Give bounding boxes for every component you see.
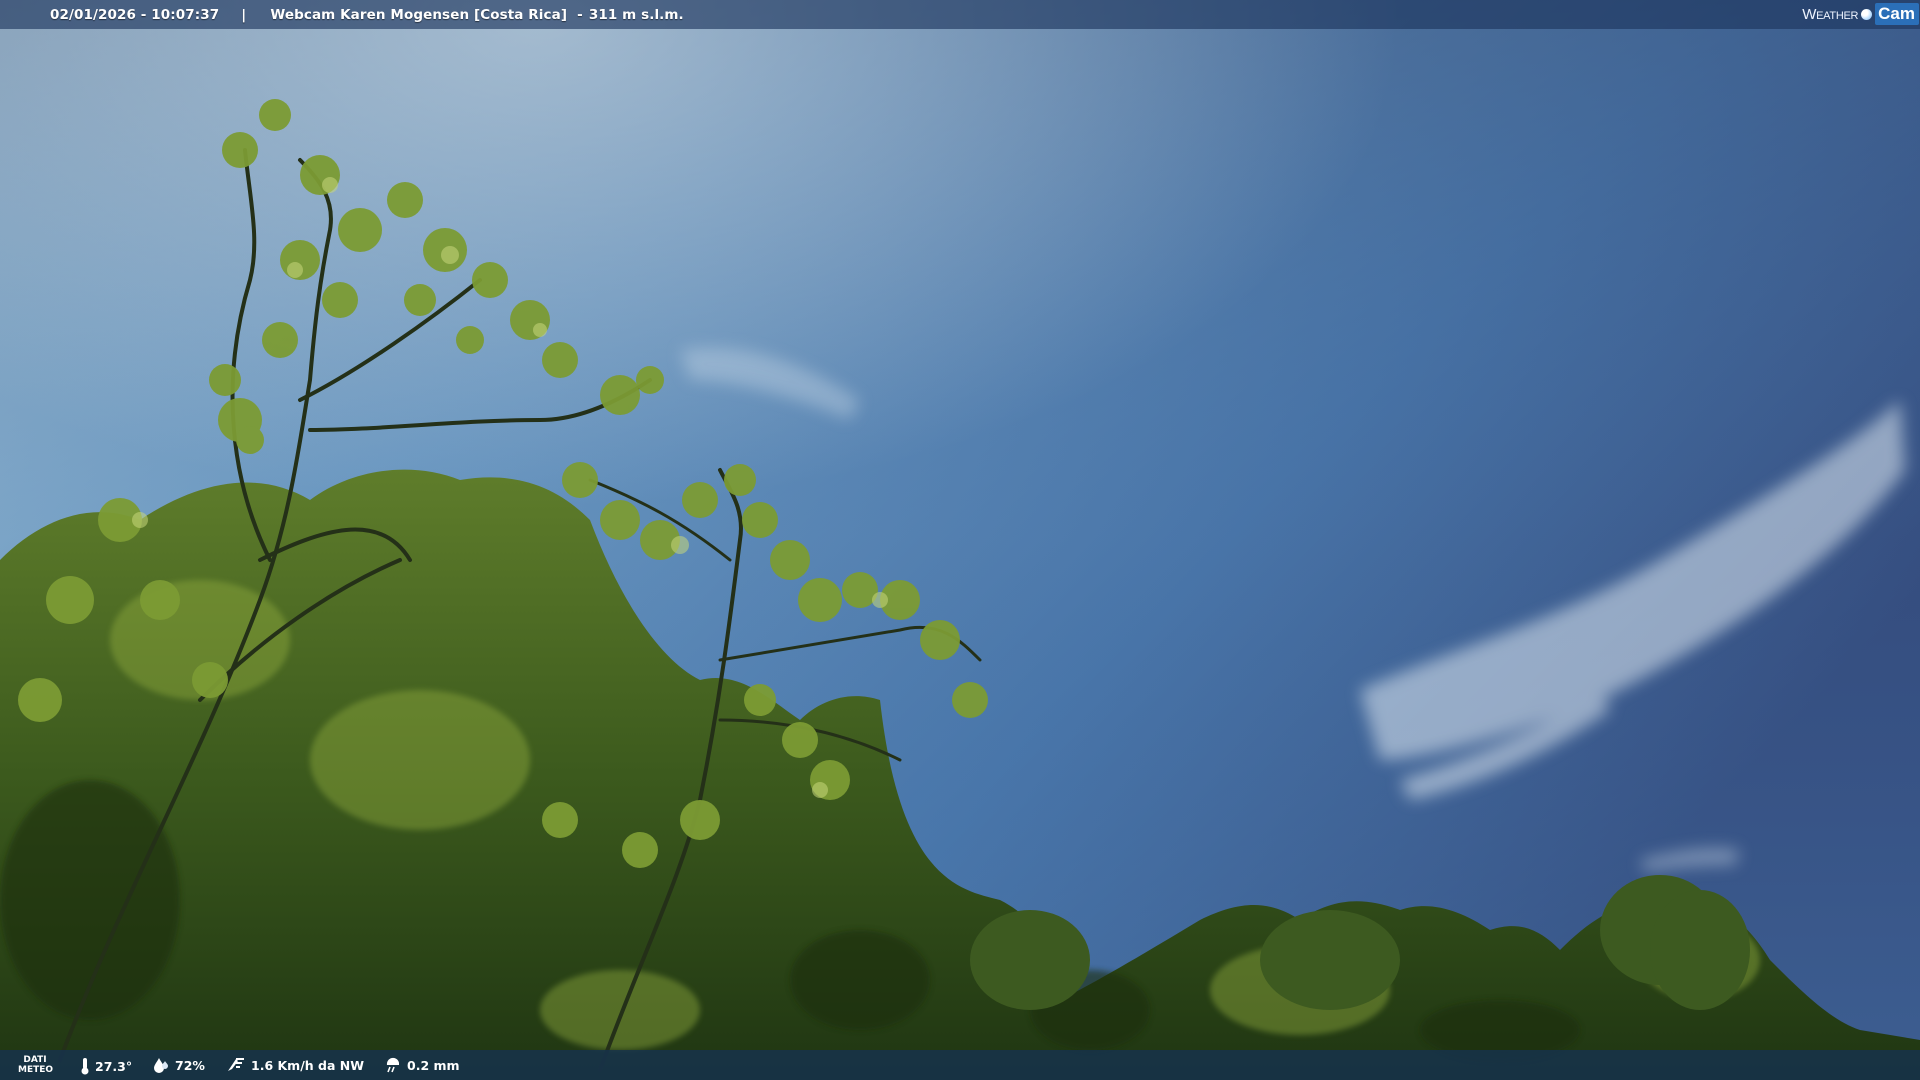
top-caption-bar: 02/01/2026 - 10:07:37 | Webcam Karen Mog… (0, 0, 1920, 29)
weather-data-label-line1: DATI (23, 1055, 47, 1065)
globe-icon (1861, 8, 1873, 20)
humidity-value: 72% (175, 1057, 205, 1073)
rain-icon (384, 1057, 402, 1073)
webcam-name: Webcam Karen Mogensen [Costa Rica] (270, 6, 568, 23)
timestamp: 02/01/2026 - 10:07:37 (50, 6, 220, 23)
logo-cam-text: Cam (1875, 3, 1919, 25)
webcam-caption: 02/01/2026 - 10:07:37 | Webcam Karen Mog… (50, 0, 684, 29)
caption-separator: | (241, 6, 247, 23)
weather-data-label-line2: METEO (18, 1065, 54, 1075)
rain-reading: 0.2 mm (384, 1057, 460, 1073)
logo-weather-text: Weather (1802, 5, 1859, 23)
temperature-value: 27.3° (95, 1058, 133, 1074)
wind-reading: 1.6 Km/h da NW (226, 1057, 364, 1073)
temperature-reading: 27.3° (80, 1057, 132, 1075)
webcam-scene (0, 0, 1920, 1080)
thermometer-icon (80, 1057, 90, 1075)
wind-icon (226, 1057, 246, 1073)
weather-data-bar: DATI METEO 27.3° 72% 1.6 Km/h da NW 0.2 … (0, 1050, 1920, 1080)
humidity-drop-icon (152, 1057, 170, 1073)
altitude: 311 m s.l.m. (588, 6, 684, 23)
weathercam-logo: Weather Cam (1802, 0, 1919, 28)
caption-dash: - (577, 6, 583, 23)
weather-data-label: DATI METEO (18, 1055, 54, 1075)
rain-value: 0.2 mm (407, 1057, 460, 1073)
humidity-reading: 72% (152, 1057, 205, 1073)
wind-value: 1.6 Km/h da NW (251, 1057, 365, 1073)
